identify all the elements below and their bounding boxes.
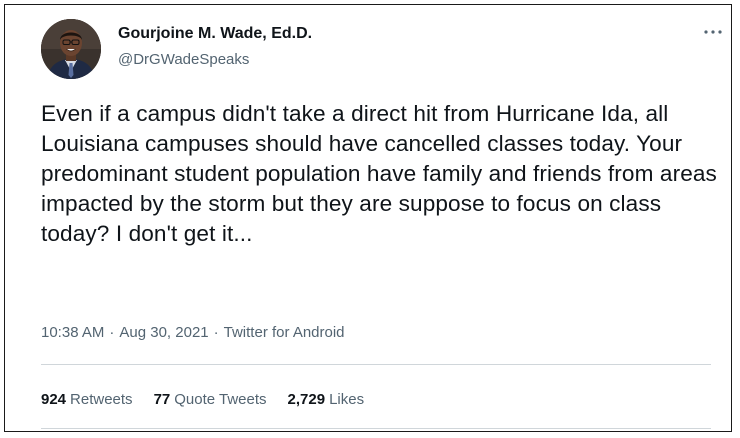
more-options-icon — [704, 30, 722, 34]
likes-count: 2,729 — [287, 391, 326, 408]
more-options-button[interactable] — [699, 23, 727, 41]
likes-label: Likes — [329, 391, 365, 408]
divider — [41, 364, 711, 365]
engagement-stats: 924 Retweets 77 Quote Tweets 2,729 Likes — [41, 391, 385, 408]
retweets-count: 924 — [41, 391, 67, 408]
avatar[interactable] — [41, 19, 101, 79]
meta-separator: · — [109, 324, 115, 341]
tweet-text: Even if a campus didn't take a direct hi… — [41, 101, 717, 246]
tweet-date[interactable]: Aug 30, 2021 — [119, 324, 208, 341]
profile-photo-icon — [41, 19, 101, 79]
tweet-metadata: 10:38 AM · Aug 30, 2021 · Twitter for Androi… — [41, 324, 345, 341]
retweets-stat[interactable]: 924 Retweets — [41, 391, 133, 408]
author-handle[interactable]: @DrGWadeSpeaks — [118, 51, 249, 68]
retweets-label: Retweets — [70, 391, 133, 408]
tweet-time[interactable]: 10:38 AM — [41, 324, 104, 341]
author-name[interactable]: Gourjoine M. Wade, Ed.D. — [118, 25, 312, 43]
quote-tweets-stat[interactable]: 77 Quote Tweets — [154, 391, 267, 408]
divider — [41, 428, 711, 429]
tweet-card: Gourjoine M. Wade, Ed.D. @DrGWadeSpeaks … — [4, 4, 732, 432]
tweet-source[interactable]: Twitter for Android — [224, 324, 345, 341]
quote-tweets-label: Quote Tweets — [174, 391, 267, 408]
quote-tweets-count: 77 — [153, 391, 171, 408]
meta-separator: · — [213, 324, 219, 341]
likes-stat[interactable]: 2,729 Likes — [288, 391, 365, 408]
